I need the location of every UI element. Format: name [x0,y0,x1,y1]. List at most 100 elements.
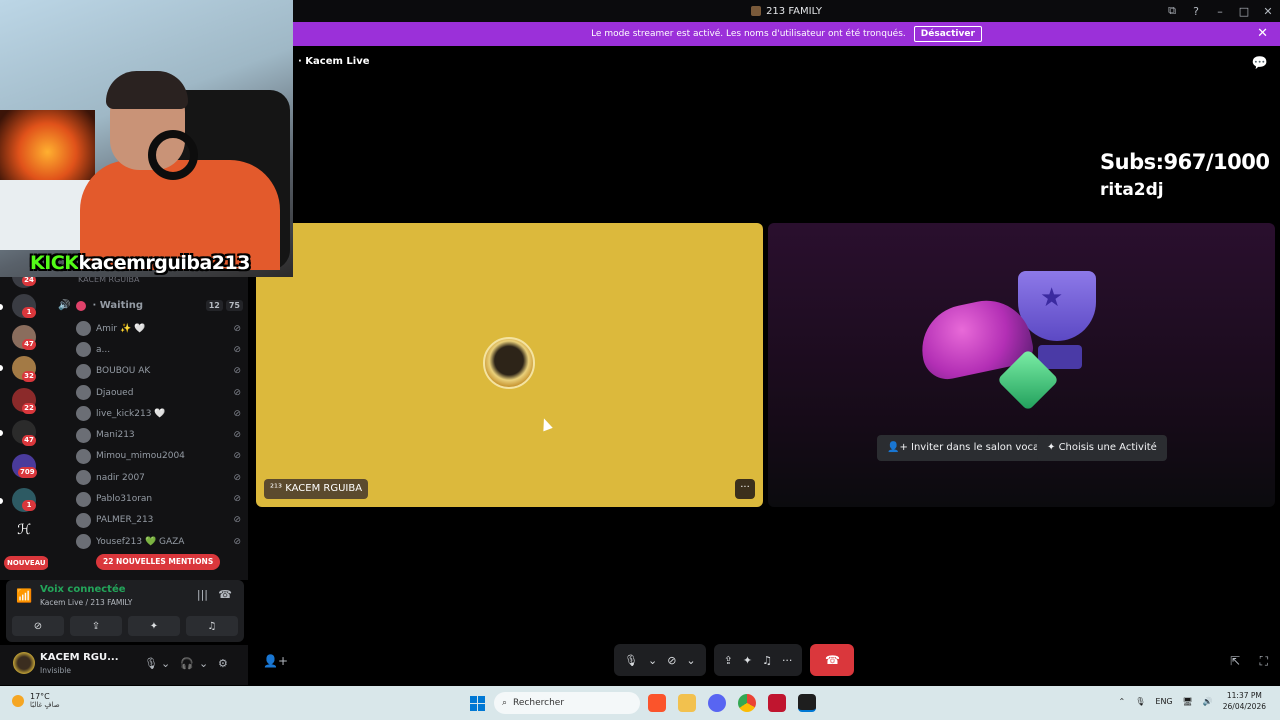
camera-off-button[interactable]: ⊘ [12,616,64,636]
inbox-icon[interactable]: ⧉ [1160,4,1184,18]
active-app-icon[interactable] [798,694,816,712]
new-mentions-pill[interactable]: 22 NOUVELLES MENTIONS [96,554,221,570]
discord-icon[interactable] [708,694,726,712]
voice-status-title: Voix connectée [40,584,126,595]
server-badge: 1 [22,500,36,511]
camera-off-icon[interactable]: ⊘ [667,654,676,667]
participant-name: KACEM RGUIBA [285,483,363,494]
deafened-icon: ⊘ [233,408,241,419]
avatar [76,342,91,358]
avatar[interactable] [13,652,35,674]
taskbar-search[interactable]: ⌕ Rechercher [494,692,640,714]
search-placeholder: Rechercher [513,698,565,708]
microphone-icon[interactable]: 🎙 [624,654,638,667]
microphone-icon[interactable]: 🎙 [144,657,158,670]
unread-indicator [0,430,3,436]
language-indicator[interactable]: ENG [1155,697,1172,706]
settings-gear-icon[interactable]: ⚙ [218,657,228,670]
avatar [76,534,91,550]
soundboard-icon[interactable]: ♫ [762,654,772,667]
deafened-icon: ⊘ [233,430,241,441]
chat-bubble-icon[interactable]: 💬 [1252,56,1268,71]
chevron-down-icon[interactable]: ⌄ [686,654,695,667]
chevron-down-icon[interactable]: ⌄ [199,657,208,670]
activities-button[interactable]: ✦ [128,616,180,636]
clock-time: 11:37 PM [1226,691,1262,700]
brave-icon[interactable] [648,694,666,712]
help-icon[interactable]: ? [1184,5,1208,18]
voice-user[interactable]: Amir ✨ 🤍 ⊘ [76,318,241,339]
disconnect-icon[interactable]: ☎ [218,588,232,601]
voice-user[interactable]: Mimou_mimou2004 ⊘ [76,446,241,467]
voice-status-subtitle[interactable]: Kacem Live / 213 FAMILY [40,598,132,607]
kick-logo: KICK [30,252,79,274]
voice-user[interactable]: Pablo31oran ⊘ [76,488,241,509]
avatar [76,491,91,507]
file-explorer-icon[interactable] [678,694,696,712]
clock[interactable]: 11:37 PM 26/04/2026 [1223,690,1266,712]
voice-user[interactable]: PALMER_213 ⊘ [76,510,241,531]
kick-handle-overlay: KICKkacemrguiba213 [30,252,250,274]
chevron-up-icon[interactable]: ⌃ [1119,697,1126,706]
unread-indicator [0,365,3,371]
voice-user-name: nadir 2007 [96,472,145,483]
server-badge: 709 [18,467,37,478]
disable-streamer-button[interactable]: Désactiver [913,26,982,42]
windows-start-icon[interactable] [470,696,485,711]
voice-channel-waiting[interactable]: 🔊 · Waiting 12 75 [58,300,243,311]
network-icon[interactable]: 🖥 [1183,697,1193,706]
screen-share-icon[interactable]: ⇪ [724,654,733,667]
unread-indicator [0,304,3,310]
server-icon [751,6,762,16]
voice-user[interactable]: Mani213 ⊘ [76,424,241,445]
participant-tile[interactable]: ²¹³ KACEM RGUIBA ··· [256,223,763,507]
add-friend-icon[interactable]: 👤+ [263,654,288,668]
voice-user[interactable]: Yousef213 💚 GAZA ⊘ [76,531,241,552]
signal-icon[interactable]: 📶 [16,589,32,604]
participant-avatar [483,337,535,389]
voice-user-name: Djaoued [96,387,134,398]
voice-user[interactable]: BOUBOU AK ⊘ [76,361,241,382]
channel-name: · Waiting [92,300,144,311]
channel-user-count: 12 [205,300,223,311]
deafened-icon: ⊘ [233,323,241,334]
maximize-button[interactable]: □ [1232,5,1256,18]
voice-connected-panel: 📶 Voix connectée Kacem Live / 213 FAMILY… [6,580,244,642]
deafened-icon: ⊘ [233,366,241,377]
invite-voice-button[interactable]: 👤+ Inviter dans le salon vocal [877,435,1052,461]
chevron-down-icon[interactable]: ⌄ [161,657,170,670]
screen-share-button[interactable]: ⇪ [70,616,122,636]
weather-widget[interactable]: 17°C صافٍ غالبًا [12,692,60,709]
avatar [76,363,91,379]
soundboard-button[interactable]: ♫ [186,616,238,636]
choose-activity-button[interactable]: ✦ Choisis une Activité [1037,435,1167,461]
close-banner-icon[interactable]: ✕ [1257,26,1268,41]
more-icon[interactable]: ··· [782,654,793,667]
popout-icon[interactable]: ⇱ [1230,654,1240,668]
noise-suppression-icon[interactable]: ||| [197,588,208,601]
deafened-icon: ⊘ [233,344,241,355]
voice-user[interactable]: live_kick213 🤍 ⊘ [76,403,241,424]
disconnect-call-button[interactable]: ☎ [810,644,855,676]
new-badge: NOUVEAU [4,556,49,570]
close-window-button[interactable]: ✕ [1256,5,1280,18]
more-options-button[interactable]: ··· [735,479,755,499]
voice-user[interactable]: Djaoued ⊘ [76,382,241,403]
voice-user[interactable]: a... ⊘ [76,339,241,360]
volume-icon[interactable]: 🔊 [1203,697,1213,706]
activities-icon[interactable]: ✦ [743,654,752,667]
app-icon[interactable] [768,694,786,712]
microphone-icon[interactable]: 🎙 [1135,697,1145,706]
chevron-down-icon[interactable]: ⌄ [648,654,657,667]
headphones-icon[interactable]: 🎧 [180,657,194,670]
server-icon[interactable]: ℋ [12,518,36,542]
speaker-icon: 🔊 [58,300,71,311]
username[interactable]: KACEM RGU... [40,652,119,663]
call-stage: · Kacem Live 💬 Subs:967/1000 rita2dj ²¹³… [248,46,1280,686]
minimize-button[interactable]: – [1208,5,1232,18]
fullscreen-icon[interactable]: ⛶ [1260,654,1268,669]
search-icon: ⌕ [502,698,508,708]
invite-voice-label: Inviter dans le salon vocal [911,442,1042,453]
chrome-icon[interactable] [738,694,756,712]
voice-user[interactable]: nadir 2007 ⊘ [76,467,241,488]
